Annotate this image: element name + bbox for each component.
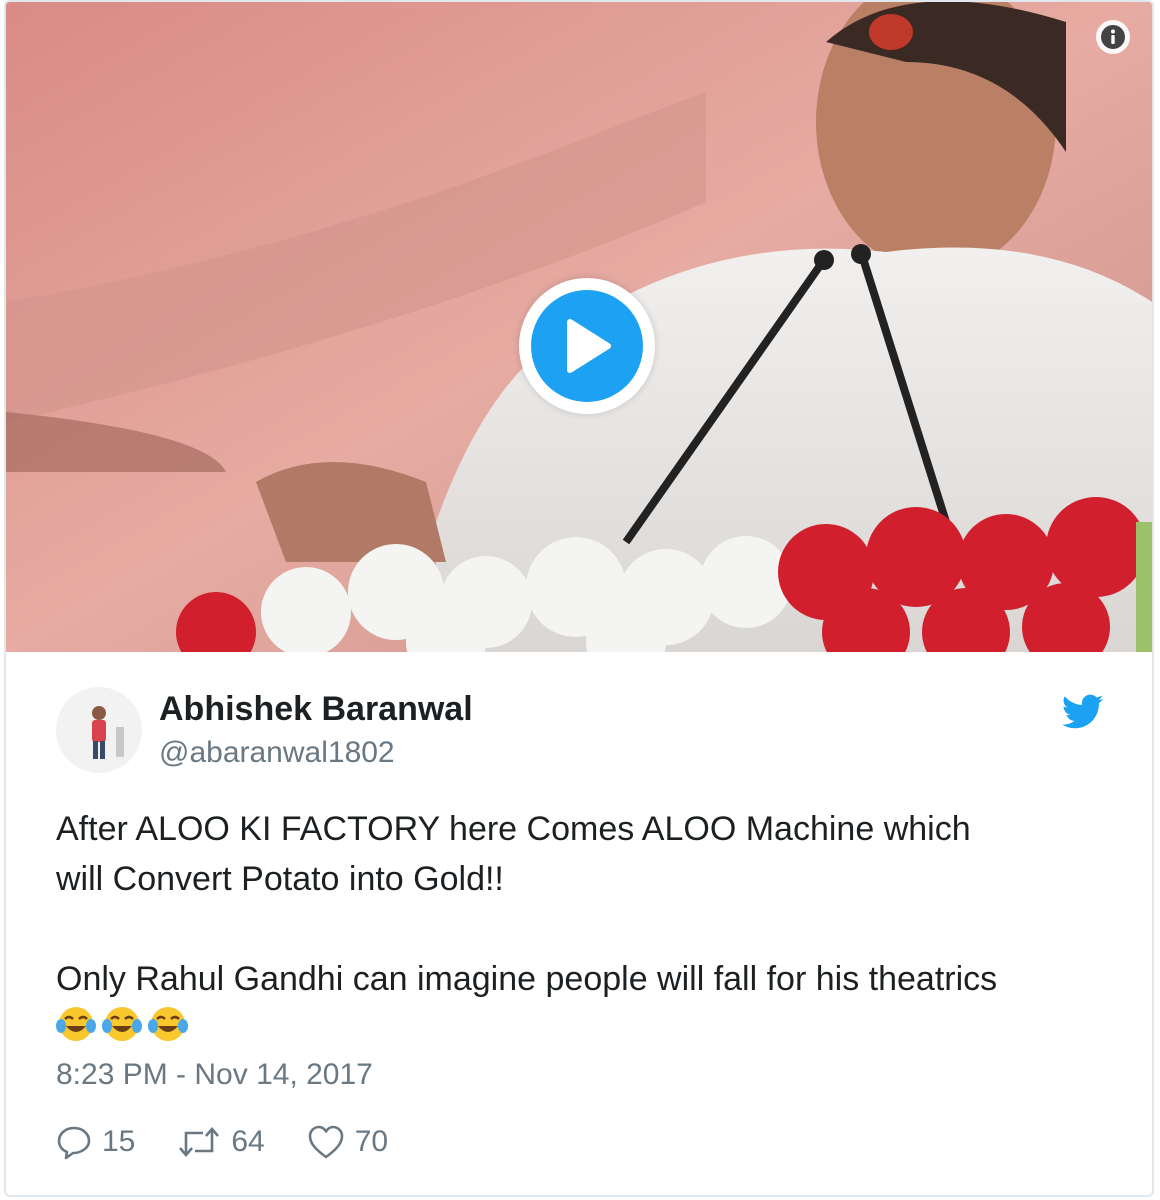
retweet-icon [179, 1127, 220, 1157]
tweet-text-line: Only Rahul Gandhi can imagine people wil… [56, 960, 998, 998]
tweet-actions: 15 64 70 [56, 1122, 430, 1162]
emoji-row [56, 1004, 188, 1044]
author-name[interactable]: Abhishek Baranwal [159, 690, 473, 729]
tweet-card: Abhishek Baranwal @abaranwal1802 After A… [4, 0, 1154, 1197]
retweet-count: 64 [231, 1125, 265, 1158]
info-icon [1101, 25, 1125, 49]
tweet-text: After ALOO KI FACTORY here Comes ALOO Ma… [56, 804, 1116, 1004]
tweet-text-line: After ALOO KI FACTORY here Comes ALOO Ma… [56, 810, 971, 848]
face-with-tears-of-joy-icon [102, 1007, 142, 1041]
reply-icon [57, 1126, 91, 1160]
retweet-button[interactable]: 64 [177, 1124, 265, 1160]
reply-count: 15 [102, 1125, 136, 1158]
face-with-tears-of-joy-icon [56, 1007, 96, 1041]
avatar-photo [56, 687, 142, 773]
video-player[interactable] [6, 2, 1152, 652]
reply-button[interactable]: 15 [56, 1124, 135, 1160]
twitter-bird-icon[interactable] [1062, 694, 1104, 730]
face-with-tears-of-joy-icon [148, 1007, 188, 1041]
tweet-timestamp[interactable]: 8:23 PM - Nov 14, 2017 [56, 1058, 373, 1092]
play-button-circle [531, 290, 643, 402]
play-icon [567, 319, 611, 373]
tweet-text-line: will Convert Potato into Gold!! [56, 860, 504, 898]
like-count: 70 [354, 1125, 389, 1158]
author-handle[interactable]: @abaranwal1802 [159, 736, 395, 770]
avatar[interactable] [56, 687, 142, 773]
heart-icon [308, 1125, 344, 1159]
play-button[interactable] [519, 278, 655, 414]
tweet-body: Abhishek Baranwal @abaranwal1802 After A… [6, 652, 1152, 1195]
info-button[interactable] [1096, 20, 1130, 54]
like-button[interactable]: 70 [307, 1124, 388, 1160]
